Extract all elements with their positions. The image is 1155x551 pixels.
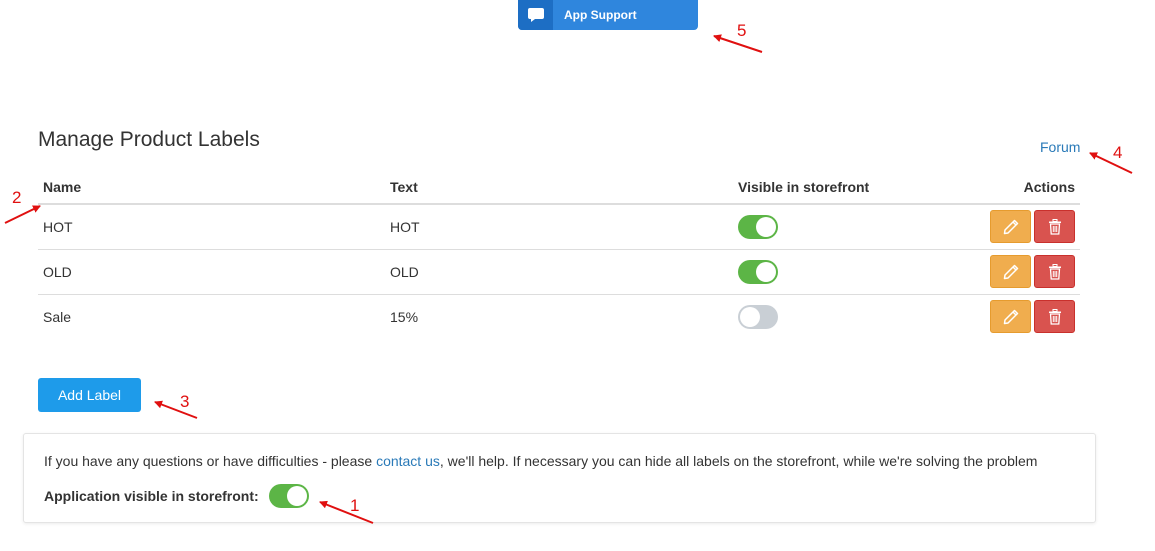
arrow-4 (1089, 152, 1133, 174)
arrow-3 (154, 400, 198, 419)
arrow-5 (713, 34, 763, 53)
arrow-1 (319, 500, 374, 524)
arrow-2 (4, 205, 41, 224)
annotation-arrows (4, 34, 1133, 524)
